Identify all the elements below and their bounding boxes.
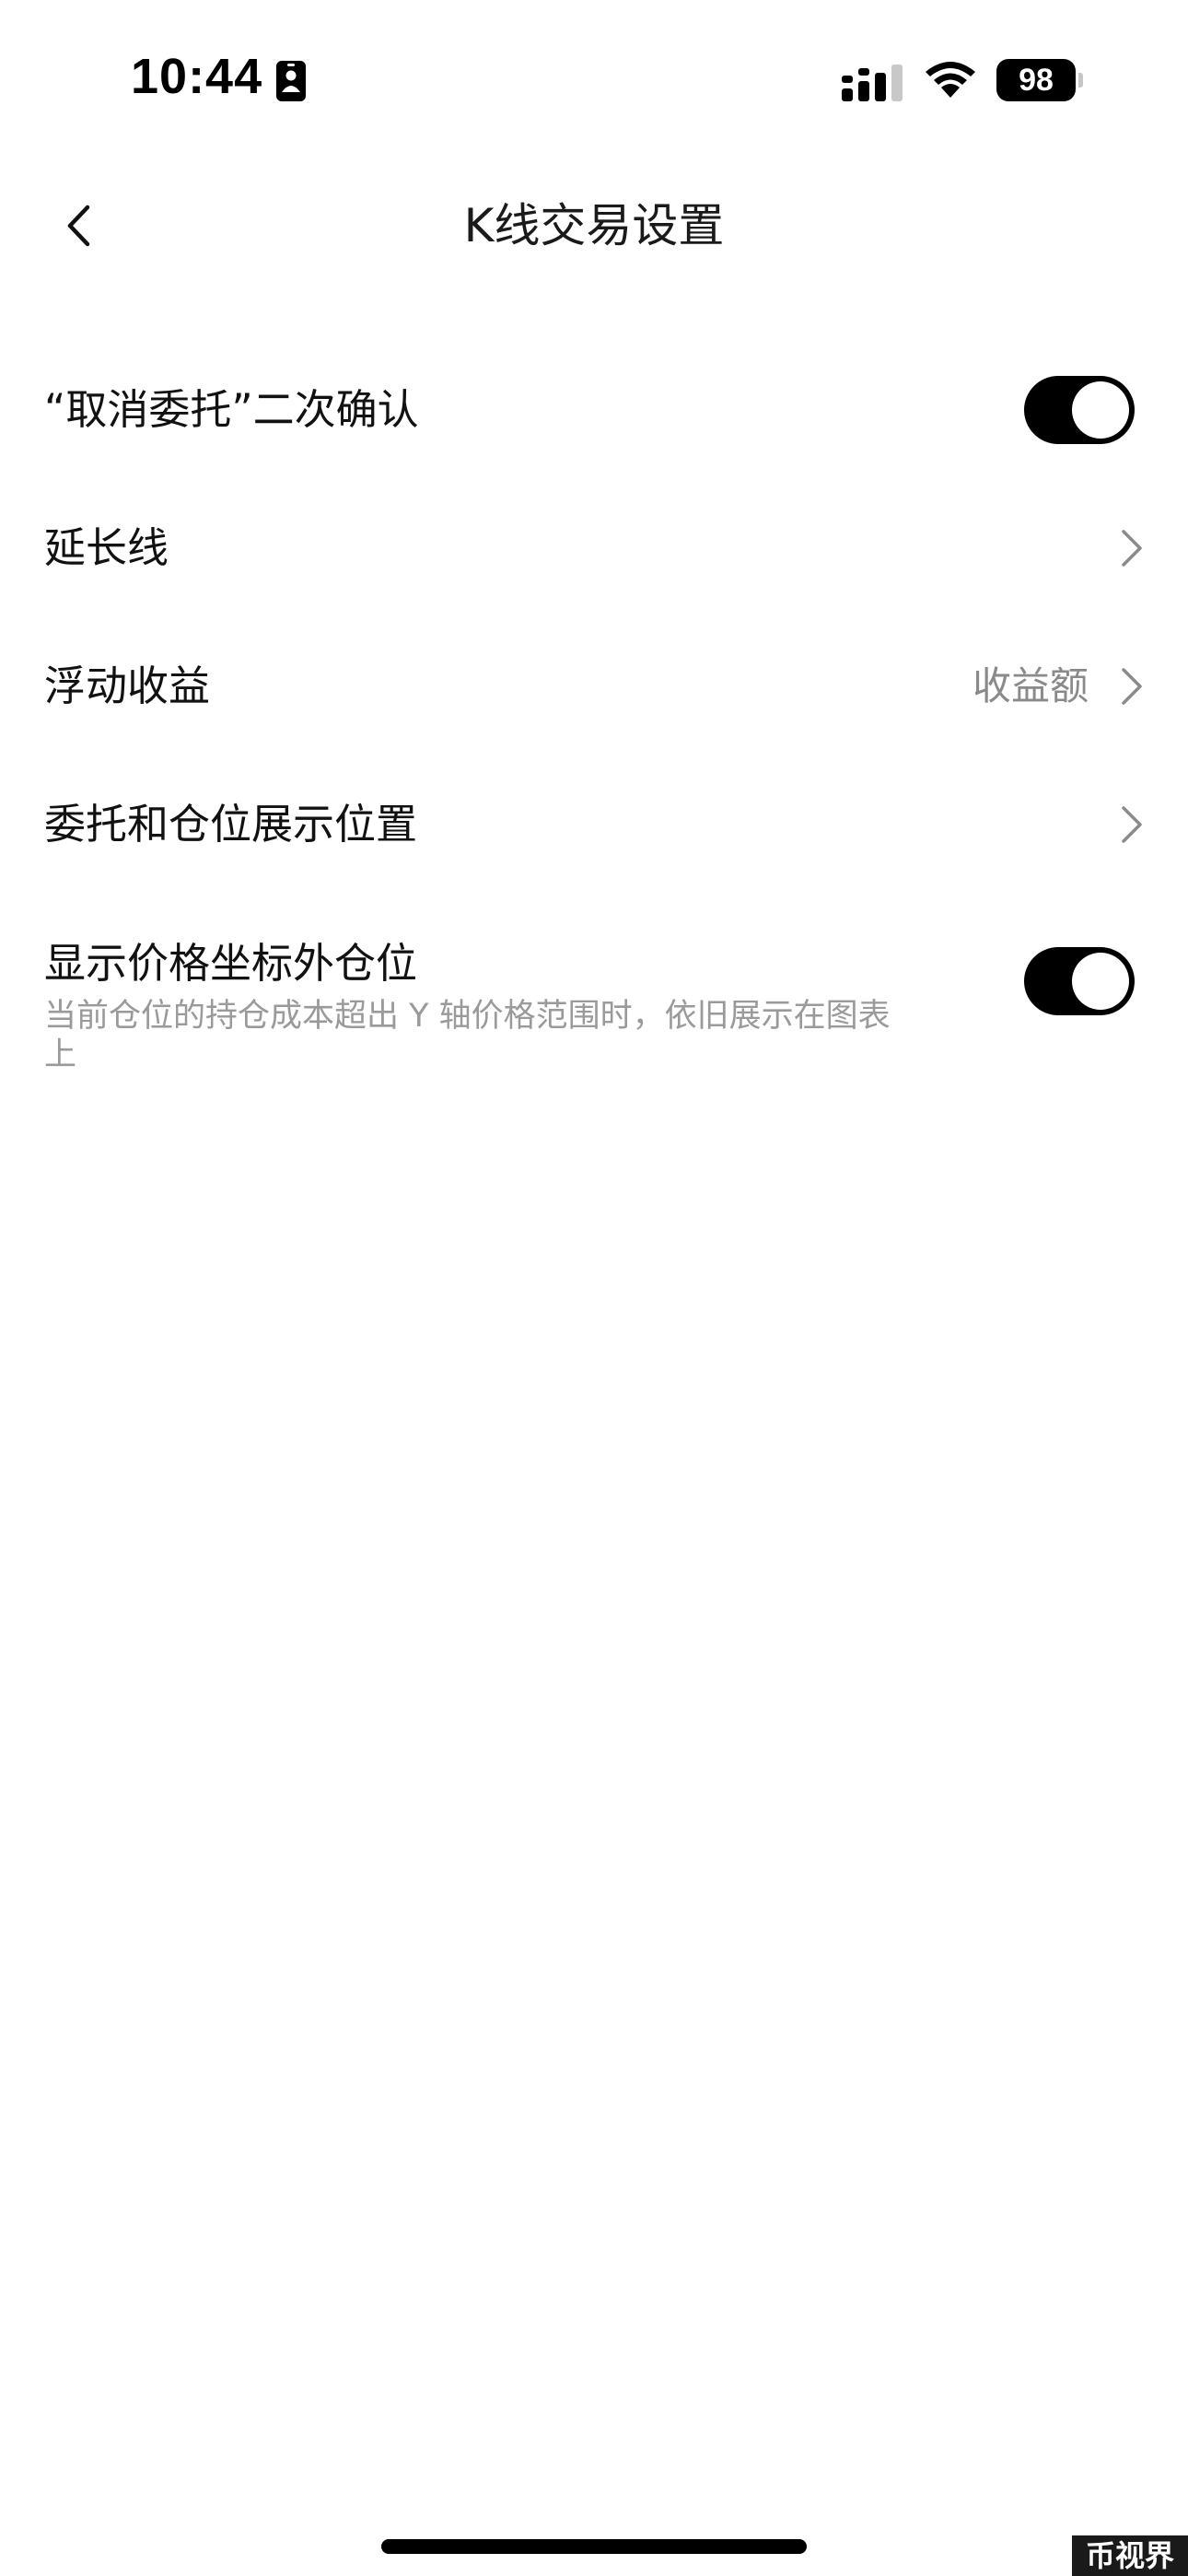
setting-floating-pnl[interactable]: 浮动收益 收益额 [0, 617, 1188, 755]
wifi-icon [926, 62, 975, 98]
watermark: 币视界 [1072, 2535, 1188, 2576]
floating-pnl-value: 收益额 [972, 663, 1089, 708]
setting-extension-line[interactable]: 延长线 [0, 479, 1188, 617]
toggle-knob [1072, 381, 1129, 439]
home-indicator[interactable] [381, 2539, 807, 2554]
status-time: 10:44 [131, 49, 263, 104]
id-card-icon [276, 61, 306, 101]
show-out-of-range-positions-toggle[interactable] [1024, 947, 1135, 1015]
chevron-left-icon [67, 205, 90, 247]
battery-level: 98 [1019, 62, 1054, 98]
back-button[interactable] [46, 193, 111, 258]
setting-order-position-display[interactable]: 委托和仓位展示位置 [0, 755, 1188, 894]
chevron-right-icon [1122, 530, 1142, 567]
cancel-order-confirm-toggle[interactable] [1024, 376, 1135, 444]
setting-label: “取消委托”二次确认 [44, 385, 419, 434]
chevron-right-icon [1122, 668, 1142, 705]
setting-description: 当前仓位的持仓成本超出 Y 轴价格范围时，依旧展示在图表上 [44, 998, 891, 1073]
status-bar: 10:44 98 [0, 0, 1188, 138]
chevron-right-icon [1122, 806, 1142, 843]
setting-show-out-of-range-positions: 显示价格坐标外仓位 当前仓位的持仓成本超出 Y 轴价格范围时，依旧展示在图表上 [0, 894, 1188, 1106]
setting-label: 延长线 [44, 523, 169, 572]
toggle-knob [1072, 953, 1129, 1010]
settings-list: “取消委托”二次确认 延长线 浮动收益 收益额 委托和仓位展示位置 显示价格坐标… [0, 341, 1188, 1106]
cellular-signal-icon [842, 64, 903, 101]
setting-label: 委托和仓位展示位置 [44, 800, 418, 849]
page-title: K线交易设置 [463, 199, 725, 252]
setting-label: 浮动收益 [44, 662, 211, 710]
setting-label: 显示价格坐标外仓位 [44, 939, 418, 988]
setting-cancel-order-confirm: “取消委托”二次确认 [0, 341, 1188, 479]
battery-icon: 98 [996, 59, 1083, 101]
nav-bar: K线交易设置 [0, 175, 1188, 276]
